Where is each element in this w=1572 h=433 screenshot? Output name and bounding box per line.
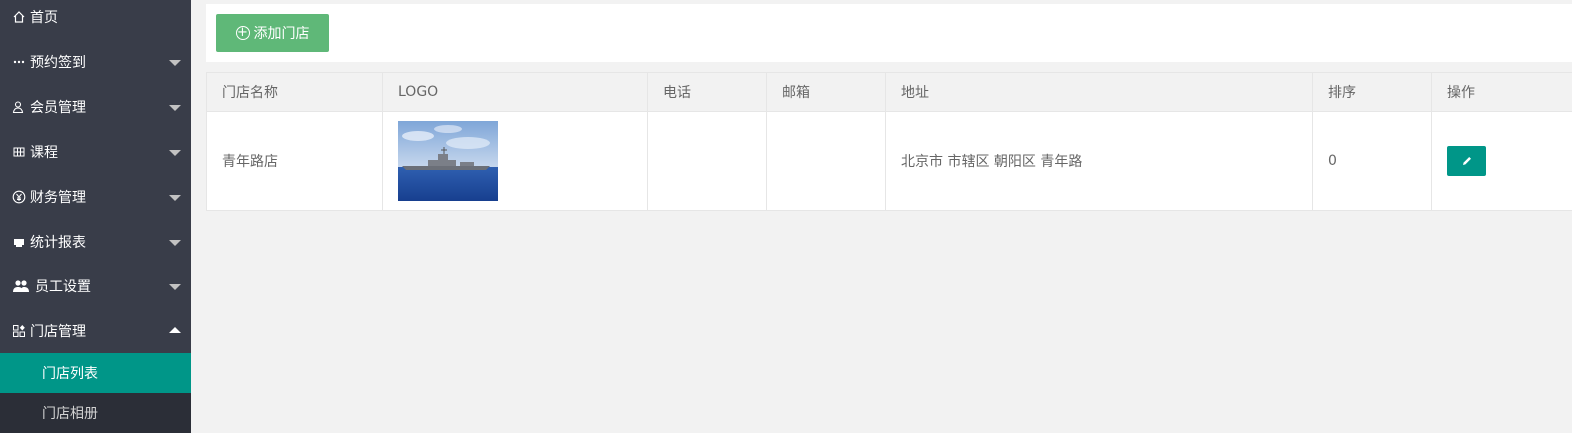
sidebar-item-finance[interactable]: 财务管理	[0, 174, 191, 219]
chevron-down-icon	[169, 150, 181, 156]
user-icon	[11, 99, 27, 115]
add-store-label: 添加门店	[254, 23, 310, 43]
cell-actions	[1432, 112, 1572, 211]
chevron-down-icon	[169, 284, 181, 290]
home-icon	[11, 9, 27, 25]
sidebar-item-label: 员工设置	[35, 276, 91, 296]
cell-phone	[648, 112, 767, 211]
sidebar: 首页 预约签到 会员管理 课程 财务管理 统计报表	[0, 0, 191, 426]
pencil-icon	[1461, 155, 1473, 167]
sidebar-item-label: 会员管理	[30, 97, 86, 117]
edit-button[interactable]	[1447, 146, 1486, 176]
sidebar-subitem-store-album[interactable]: 门店相册	[0, 393, 191, 433]
column-header-actions: 操作	[1432, 73, 1572, 112]
sidebar-item-reservation[interactable]: 预约签到	[0, 39, 191, 84]
add-store-button[interactable]: + 添加门店	[216, 14, 329, 52]
sidebar-item-stores[interactable]: 门店管理	[0, 308, 191, 353]
sidebar-item-label: 统计报表	[30, 232, 86, 252]
cell-email	[767, 112, 886, 211]
dots-icon	[11, 54, 27, 70]
sidebar-item-staff[interactable]: 员工设置	[0, 263, 191, 308]
toolbar: + 添加门店	[206, 4, 1572, 62]
chart-icon	[11, 234, 27, 250]
sidebar-item-label: 财务管理	[30, 187, 86, 207]
plus-circle-icon: +	[236, 26, 250, 40]
column-header-phone: 电话	[648, 73, 767, 112]
users-icon	[11, 278, 31, 294]
sidebar-item-label: 课程	[30, 142, 58, 162]
sidebar-item-label: 门店管理	[30, 321, 86, 341]
store-icon	[11, 323, 27, 339]
yen-icon	[11, 189, 27, 205]
column-header-email: 邮箱	[767, 73, 886, 112]
sidebar-subitem-label: 门店相册	[42, 403, 98, 423]
chevron-down-icon	[169, 105, 181, 111]
sidebar-subitem-store-list[interactable]: 门店列表	[0, 353, 191, 393]
grid-icon	[11, 144, 27, 160]
chevron-down-icon	[169, 240, 181, 246]
sidebar-item-home[interactable]: 首页	[0, 0, 191, 39]
column-header-logo: LOGO	[383, 73, 648, 112]
column-header-address: 地址	[886, 73, 1313, 112]
sidebar-item-courses[interactable]: 课程	[0, 129, 191, 174]
sidebar-item-label: 预约签到	[30, 52, 86, 72]
chevron-down-icon	[169, 195, 181, 201]
cell-logo	[383, 112, 648, 211]
column-header-sort: 排序	[1313, 73, 1432, 112]
cell-address: 北京市 市辖区 朝阳区 青年路	[886, 112, 1313, 211]
sidebar-item-reports[interactable]: 统计报表	[0, 219, 191, 264]
chevron-down-icon	[169, 60, 181, 66]
cell-sort: 0	[1313, 112, 1432, 211]
column-header-name: 门店名称	[207, 73, 383, 112]
store-logo-image	[398, 121, 498, 201]
sidebar-subitem-label: 门店列表	[42, 363, 98, 383]
chevron-up-icon	[169, 327, 181, 333]
table-row: 青年路店	[207, 112, 1572, 211]
table-header-row: 门店名称 LOGO 电话 邮箱 地址 排序 操作	[207, 73, 1572, 112]
sidebar-item-members[interactable]: 会员管理	[0, 84, 191, 129]
store-table: 门店名称 LOGO 电话 邮箱 地址 排序 操作 青年路店	[206, 72, 1572, 211]
sidebar-item-label: 首页	[30, 7, 58, 27]
cell-store-name: 青年路店	[207, 112, 383, 211]
